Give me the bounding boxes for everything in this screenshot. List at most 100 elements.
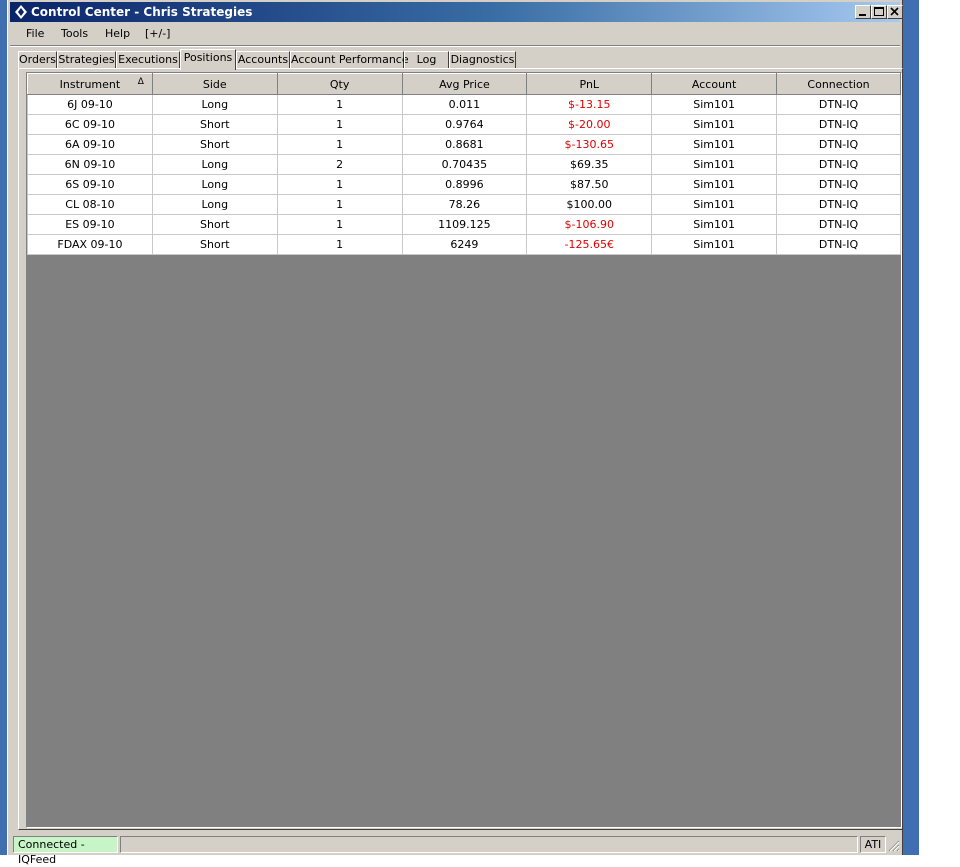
title-bar[interactable]: Control Center - Chris Strategies — [10, 2, 903, 22]
ati-indicator[interactable]: ATI — [860, 836, 886, 853]
resize-grip-icon[interactable] — [887, 839, 900, 852]
cell-pnl: $69.35 — [526, 154, 653, 175]
cell-qty: 1 — [276, 134, 403, 155]
menu-file[interactable]: File — [26, 27, 44, 40]
cell-side: Long — [151, 194, 278, 215]
cell-instrument: CL 08-10 — [27, 194, 153, 215]
column-header-connection[interactable]: Connection — [776, 73, 901, 95]
cell-qty: 1 — [276, 234, 403, 255]
cell-avg-price: 0.011 — [401, 94, 528, 115]
cell-avg-price: 1109.125 — [401, 214, 528, 235]
positions-panel: Instrument Δ Side Qty Avg Price PnL Accou… — [18, 68, 903, 830]
cell-pnl: $-106.90 — [526, 214, 653, 235]
maximize-button[interactable] — [871, 5, 887, 19]
column-header-side[interactable]: Side — [151, 73, 278, 95]
column-header-qty[interactable]: Qty — [276, 73, 403, 95]
cell-account: Sim101 — [651, 114, 778, 135]
cell-account: Sim101 — [651, 174, 778, 195]
menu-separator — [10, 45, 900, 47]
tab-positions[interactable]: Positions — [180, 49, 236, 70]
cell-avg-price: 0.8996 — [401, 174, 528, 195]
column-header-avg-price[interactable]: Avg Price — [401, 73, 528, 95]
cell-connection: DTN-IQ — [776, 154, 901, 175]
cell-connection: DTN-IQ — [776, 194, 901, 215]
table-row[interactable]: ES 09-10 Short 1 1109.125 $-106.90 Sim101 DTN-… — [27, 214, 901, 235]
window-title: Control Center - Chris Strategies — [31, 5, 253, 19]
maximize-icon — [874, 7, 884, 16]
header-row: Instrument Δ Side Qty Avg Price PnL Accou… — [27, 73, 901, 95]
column-header-instrument[interactable]: Instrument Δ — [27, 73, 153, 95]
menu-toggle[interactable]: [+/-] — [145, 27, 170, 40]
table-row[interactable]: 6A 09-10 Short 1 0.8681 $-130.65 Sim101 DTN-IQ — [27, 134, 901, 155]
cell-side: Short — [151, 114, 278, 135]
cell-instrument: 6C 09-10 — [27, 114, 153, 135]
column-header-label: Instrument — [59, 77, 121, 91]
cell-connection: DTN-IQ — [776, 174, 901, 195]
cell-qty: 1 — [276, 114, 403, 135]
cell-instrument: 6A 09-10 — [27, 134, 153, 155]
cell-account: Sim101 — [651, 214, 778, 235]
table-row[interactable]: 6J 09-10 Long 1 0.011 $-13.15 Sim101 DTN-IQ — [27, 94, 901, 115]
tab-account-performance[interactable]: Account Performance — [290, 51, 409, 69]
table-row[interactable]: 6N 09-10 Long 2 0.70435 $69.35 Sim101 DTN-IQ — [27, 154, 901, 175]
table-row[interactable]: 6S 09-10 Long 1 0.8996 $87.50 Sim101 DTN-IQ — [27, 174, 901, 195]
cell-connection: DTN-IQ — [776, 134, 901, 155]
cell-instrument: FDAX 09-10 — [27, 234, 153, 255]
cell-qty: 2 — [276, 154, 403, 175]
close-icon — [890, 7, 899, 16]
cell-qty: 1 — [276, 94, 403, 115]
desktop-background-left — [0, 0, 7, 855]
connection-status[interactable]: Connected - IQFeed — [13, 836, 118, 866]
positions-grid[interactable]: Instrument Δ Side Qty Avg Price PnL Accou… — [26, 72, 902, 828]
tab-strategies[interactable]: Strategies — [57, 51, 116, 69]
cell-avg-price: 78.26 — [401, 194, 528, 215]
cell-qty: 1 — [276, 174, 403, 195]
sort-ascending-icon: Δ — [137, 77, 144, 87]
cell-side: Short — [151, 234, 278, 255]
desktop-background-right — [903, 0, 919, 855]
status-message-area — [120, 836, 858, 853]
column-header-account[interactable]: Account — [651, 73, 778, 95]
cell-instrument: 6N 09-10 — [27, 154, 153, 175]
cell-instrument: 6S 09-10 — [27, 174, 153, 195]
cell-pnl: $-130.65 — [526, 134, 653, 155]
table-row[interactable]: 6C 09-10 Short 1 0.9764 $-20.00 Sim101 DTN-IQ — [27, 114, 901, 135]
cell-account: Sim101 — [651, 94, 778, 115]
cell-qty: 1 — [276, 194, 403, 215]
positions-table: Instrument Δ Side Qty Avg Price PnL Accou… — [27, 73, 901, 255]
tab-accounts[interactable]: Accounts — [236, 51, 290, 69]
cell-pnl: $100.00 — [526, 194, 653, 215]
cell-pnl: $87.50 — [526, 174, 653, 195]
cell-side: Short — [151, 134, 278, 155]
column-header-pnl[interactable]: PnL — [526, 73, 653, 95]
table-row[interactable]: FDAX 09-10 Short 1 6249 -125.65€ Sim101 DTN-IQ — [27, 234, 901, 255]
status-bar: Connected - IQFeed ATI — [10, 836, 900, 866]
menu-tools[interactable]: Tools — [61, 27, 88, 40]
tab-diagnostics[interactable]: Diagnostics — [449, 51, 516, 69]
cell-side: Long — [151, 174, 278, 195]
cell-instrument: 6J 09-10 — [27, 94, 153, 115]
close-button[interactable] — [887, 5, 903, 19]
cell-avg-price: 0.8681 — [401, 134, 528, 155]
cell-account: Sim101 — [651, 134, 778, 155]
cell-account: Sim101 — [651, 154, 778, 175]
menu-bar: File Tools Help [+/-] — [10, 24, 900, 44]
cell-connection: DTN-IQ — [776, 214, 901, 235]
cell-connection: DTN-IQ — [776, 114, 901, 135]
minimize-button[interactable] — [855, 5, 871, 19]
cell-pnl: $-13.15 — [526, 94, 653, 115]
cell-side: Short — [151, 214, 278, 235]
cell-avg-price: 0.70435 — [401, 154, 528, 175]
cell-avg-price: 6249 — [401, 234, 528, 255]
tab-orders[interactable]: Orders — [18, 51, 57, 69]
cell-side: Long — [151, 154, 278, 175]
table-row[interactable]: CL 08-10 Long 1 78.26 $100.00 Sim101 DTN-IQ — [27, 194, 901, 215]
menu-help[interactable]: Help — [105, 27, 130, 40]
cell-pnl: -125.65€ — [526, 234, 653, 255]
cell-avg-price: 0.9764 — [401, 114, 528, 135]
tab-executions[interactable]: Executions — [116, 51, 180, 69]
tab-log[interactable]: Log — [404, 51, 449, 69]
cell-account: Sim101 — [651, 194, 778, 215]
cell-qty: 1 — [276, 214, 403, 235]
cell-instrument: ES 09-10 — [27, 214, 153, 235]
